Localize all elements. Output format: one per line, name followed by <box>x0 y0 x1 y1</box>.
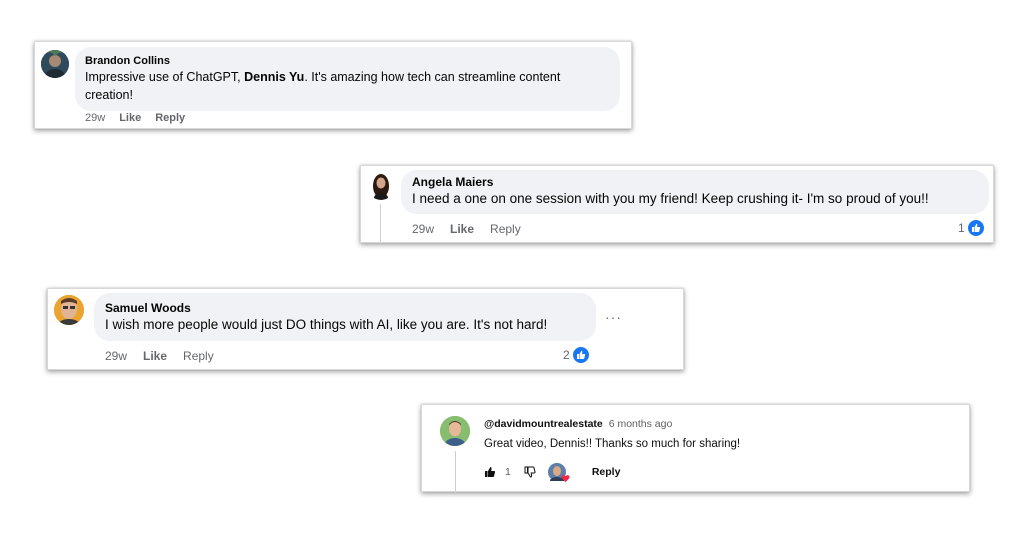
comment-text-part: creation! <box>85 88 133 102</box>
comment-bubble: Brandon Collins Impressive use of ChatGP… <box>75 47 620 111</box>
comment-text: Impressive use of ChatGPT, Dennis Yu. It… <box>85 68 610 104</box>
reaction-number: 1 <box>958 221 965 235</box>
reply-button[interactable]: Reply <box>183 349 214 363</box>
comment-text: Great video, Dennis!! Thanks so much for… <box>484 438 741 450</box>
comment-bubble: Samuel Woods I wish more people would ju… <box>94 293 596 341</box>
avatar[interactable] <box>367 172 395 200</box>
like-count: 1 <box>505 466 511 478</box>
comment-actions: 29w Like Reply <box>85 112 185 124</box>
comment-card-samuel: Samuel Woods I wish more people would ju… <box>47 288 684 370</box>
comment-actions: 1 Reply <box>484 463 621 485</box>
timestamp[interactable]: 29w <box>105 349 127 363</box>
comment-text: I need a one on one session with you my … <box>412 191 929 206</box>
like-icon <box>571 346 590 364</box>
more-options-icon[interactable]: ··· <box>605 309 622 325</box>
comment-text-part: . It's amazing how tech can streamline c… <box>304 70 561 84</box>
timestamp[interactable]: 29w <box>85 112 105 124</box>
heart-icon <box>561 474 570 483</box>
comment-bubble: Angela Maiers I need a one on one sessio… <box>401 170 989 214</box>
comment-text-part: Impressive use of ChatGPT, <box>85 70 245 84</box>
like-button[interactable]: Like <box>450 222 474 236</box>
like-button[interactable]: Like <box>143 349 167 363</box>
comment-card-angela: Angela Maiers I need a one on one sessio… <box>360 165 994 244</box>
thumbs-up-icon[interactable] <box>484 466 496 478</box>
timestamp[interactable]: 6 months ago <box>609 418 673 430</box>
like-button[interactable]: Like <box>119 112 141 124</box>
reply-button[interactable]: Reply <box>490 222 521 236</box>
thumbs-down-icon[interactable] <box>524 466 536 478</box>
avatar[interactable] <box>54 295 84 325</box>
avatar[interactable] <box>41 50 69 78</box>
author-name[interactable]: Angela Maiers <box>412 175 978 190</box>
comment-card-brandon: Brandon Collins Impressive use of ChatGP… <box>34 41 632 129</box>
comment-card-davidmount: @davidmountrealestate 6 months ago Great… <box>421 404 970 493</box>
like-icon <box>966 219 985 237</box>
comment-text: I wish more people would just DO things … <box>105 317 548 332</box>
thread-line <box>455 451 456 493</box>
timestamp[interactable]: 29w <box>412 222 434 236</box>
avatar[interactable] <box>440 416 470 446</box>
avatar-image <box>54 295 84 325</box>
avatar-image <box>41 50 69 78</box>
reply-button[interactable]: Reply <box>592 466 621 478</box>
comment-actions: 29w Like Reply <box>412 222 521 236</box>
avatar-image <box>440 416 470 446</box>
author-name[interactable]: Samuel Woods <box>105 301 585 316</box>
reply-button[interactable]: Reply <box>155 112 185 124</box>
comment-actions: 29w Like Reply <box>105 349 214 363</box>
reaction-count[interactable]: 2 <box>563 346 590 364</box>
mention-link[interactable]: Dennis Yu <box>244 70 304 84</box>
avatar-image <box>367 172 395 200</box>
creator-heart-avatar <box>547 463 570 485</box>
author-name[interactable]: @davidmountrealestate <box>484 418 603 430</box>
comment-header: @davidmountrealestate 6 months ago <box>484 418 672 430</box>
thread-line <box>380 204 381 244</box>
author-name[interactable]: Brandon Collins <box>85 54 610 68</box>
reaction-number: 2 <box>563 348 570 362</box>
reaction-count[interactable]: 1 <box>958 219 985 237</box>
